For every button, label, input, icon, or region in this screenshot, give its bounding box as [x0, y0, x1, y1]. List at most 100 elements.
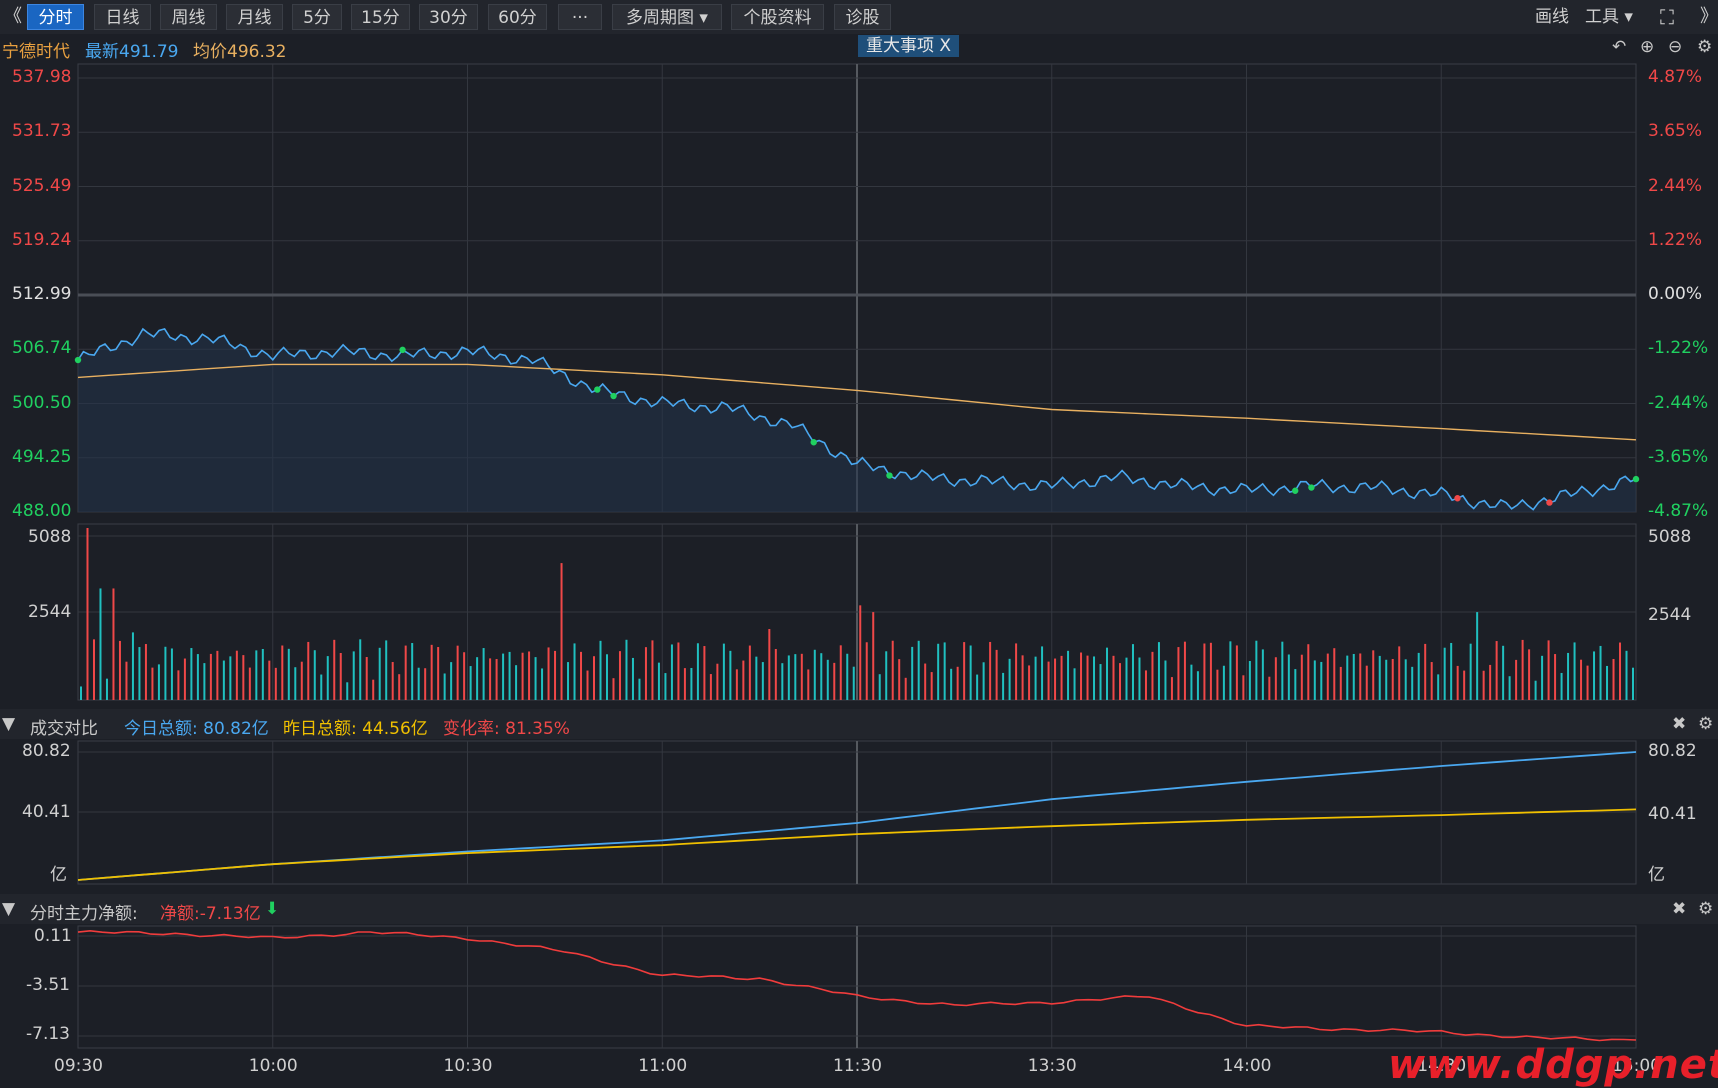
volume-bar: [333, 639, 336, 700]
volume-bar: [833, 662, 836, 700]
volume-bar: [1508, 676, 1511, 700]
price-tick-label: 519.24: [12, 229, 72, 250]
volume-bar: [761, 662, 764, 700]
volume-bar: [716, 663, 719, 700]
volume-bar: [1190, 664, 1193, 700]
volume-bar: [1443, 647, 1446, 700]
volume-bar: [1196, 671, 1199, 700]
volume-bar: [203, 663, 206, 700]
volume-bar: [1229, 641, 1232, 700]
volume-bar: [235, 650, 238, 700]
volume-bar: [1339, 666, 1342, 700]
volume-bar: [1489, 664, 1492, 700]
price-tick-label: 494.25: [12, 446, 72, 467]
volume-bar: [190, 648, 193, 700]
volume-bar: [1580, 659, 1583, 700]
volume-bar: [144, 644, 147, 700]
net-flow-title: 分时主力净额:: [30, 904, 138, 924]
volume-bar: [1534, 680, 1537, 700]
volume-bar: [891, 640, 894, 700]
volume-bar: [1060, 655, 1063, 700]
volume-bar: [1281, 641, 1284, 700]
volume-axis-mid-left: 2544: [28, 602, 72, 622]
volume-bar: [125, 661, 128, 700]
volume-bar: [1372, 650, 1375, 700]
net-axis-mid: -3.51: [26, 975, 70, 995]
volume-bar: [359, 639, 362, 700]
trade-signal-marker: [1632, 475, 1640, 483]
compare-axis-mid-right: 40.41: [1648, 804, 1697, 824]
volume-bar: [151, 667, 154, 700]
panel-settings-icon[interactable]: ⚙: [1698, 714, 1713, 734]
volume-bar: [1300, 654, 1303, 700]
price-tick-label: 500.50: [12, 392, 72, 413]
volume-bar: [1365, 665, 1368, 700]
volume-bar: [1554, 654, 1557, 700]
volume-bar: [664, 673, 667, 700]
volume-bar: [547, 647, 550, 700]
volume-bar: [404, 645, 407, 700]
volume-bar: [1359, 653, 1362, 700]
volume-bar: [1164, 660, 1167, 700]
volume-bar: [1411, 666, 1414, 700]
close-panel-icon[interactable]: ✖: [1672, 714, 1686, 734]
collapse-net-panel-icon[interactable]: ▼: [2, 899, 15, 919]
volume-bar: [1067, 650, 1070, 700]
volume-bar: [1294, 669, 1297, 700]
volume-bar: [1028, 665, 1031, 700]
volume-bar: [1209, 642, 1212, 700]
percent-tick-label: 3.65%: [1648, 121, 1703, 142]
volume-bar: [950, 668, 953, 700]
volume-bar: [560, 563, 563, 700]
volume-bar: [274, 667, 277, 700]
volume-bar: [1476, 612, 1479, 700]
volume-bar: [1567, 652, 1570, 700]
volume-bar: [1612, 658, 1615, 700]
volume-bar: [138, 647, 141, 700]
compare-panel-title: 成交对比: [30, 719, 98, 739]
collapse-panel-icon[interactable]: ▼: [2, 714, 15, 734]
volume-bar: [378, 647, 381, 700]
volume-bar: [255, 650, 258, 700]
volume-bar: [1378, 655, 1381, 700]
volume-bar: [631, 657, 634, 700]
volume-bar: [1183, 641, 1186, 700]
volume-bar: [554, 650, 557, 700]
volume-bar: [729, 650, 732, 700]
close-net-panel-icon[interactable]: ✖: [1672, 899, 1686, 919]
net-panel-settings-icon[interactable]: ⚙: [1698, 899, 1713, 919]
volume-bar: [904, 677, 907, 700]
volume-bar: [86, 528, 89, 700]
volume-bar: [450, 662, 453, 700]
time-tick-label: 11:30: [833, 1056, 882, 1076]
volume-bar: [735, 669, 738, 700]
volume-bar: [131, 632, 134, 700]
percent-tick-label: -4.87%: [1648, 501, 1709, 521]
volume-bar: [1404, 659, 1407, 700]
volume-bar: [683, 668, 686, 700]
compare-axis-unit-right: 亿: [1648, 865, 1665, 885]
volume-bar: [859, 605, 862, 700]
volume-bar: [1352, 653, 1355, 700]
volume-bar: [1274, 657, 1277, 700]
volume-bar: [268, 660, 271, 700]
volume-bar: [618, 651, 621, 700]
volume-bar: [612, 678, 615, 700]
volume-bar: [1632, 667, 1634, 700]
volume-bar: [768, 629, 771, 700]
volume-bar: [1086, 655, 1089, 700]
volume-bar: [696, 643, 699, 700]
volume-bar: [1002, 672, 1005, 700]
volume-bar: [593, 656, 596, 700]
percent-tick-label: 0.00%: [1648, 284, 1703, 304]
volume-bar: [748, 645, 751, 700]
volume-bar: [963, 642, 966, 700]
volume-bar: [709, 674, 712, 700]
volume-bar: [391, 662, 394, 700]
time-tick-label: 13:30: [1027, 1056, 1077, 1076]
volume-bar: [1326, 653, 1329, 700]
trade-signal-marker: [74, 356, 82, 364]
volume-bar: [1307, 644, 1310, 700]
volume-bar: [112, 588, 115, 700]
time-tick-label: 10:00: [248, 1056, 298, 1076]
